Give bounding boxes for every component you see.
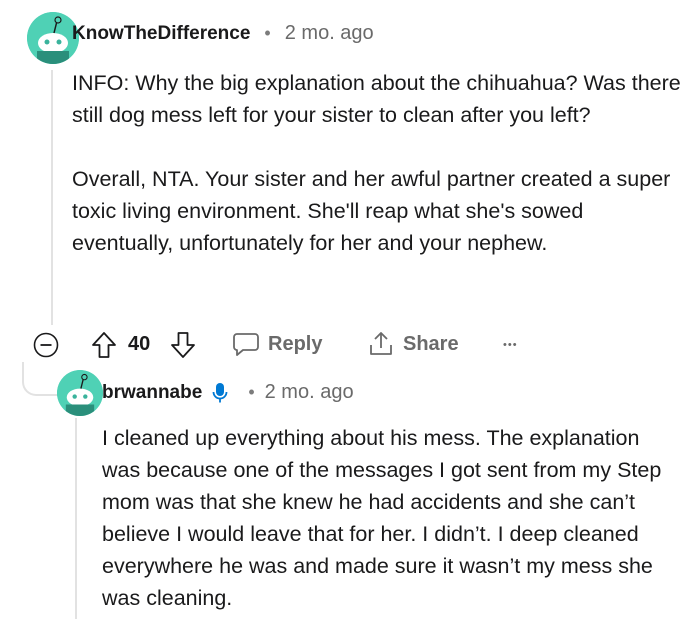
share-button[interactable]: Share [367, 330, 459, 358]
comment-header: KnowTheDifference • 2 mo. ago [72, 22, 374, 45]
downvote-icon[interactable] [170, 331, 196, 359]
separator-dot: • [264, 23, 271, 43]
upvote-icon[interactable] [91, 331, 117, 359]
microphone-icon [212, 382, 228, 404]
avatar[interactable] [57, 370, 103, 416]
comment-bubble-icon [232, 331, 260, 357]
separator-dot: • [248, 382, 255, 402]
timestamp: 2 mo. ago [284, 22, 374, 44]
thread-line [75, 418, 77, 619]
share-label: Share [403, 332, 459, 355]
collapse-icon[interactable] [33, 332, 59, 358]
share-icon [367, 330, 395, 358]
reply-body: I cleaned up everything about his mess. … [102, 426, 662, 610]
reply-button[interactable]: Reply [232, 331, 322, 357]
snoo-avatar-icon [57, 370, 103, 416]
comment-body: INFO: Why the big explanation about the … [72, 67, 682, 259]
username[interactable]: KnowTheDifference [72, 23, 250, 45]
comment-paragraph: Overall, NTA. Your sister and her awful … [72, 167, 671, 255]
thread-line [51, 70, 53, 325]
reply-label: Reply [268, 332, 323, 355]
vote-count: 40 [128, 333, 151, 355]
username[interactable]: brwannabe [102, 382, 202, 404]
timestamp: 2 mo. ago [264, 381, 354, 403]
more-options-icon[interactable]: ••• [503, 339, 518, 351]
comment-paragraph: INFO: Why the big explanation about the … [72, 71, 681, 127]
reply-header: brwannabe • 2 mo. ago [102, 381, 354, 404]
